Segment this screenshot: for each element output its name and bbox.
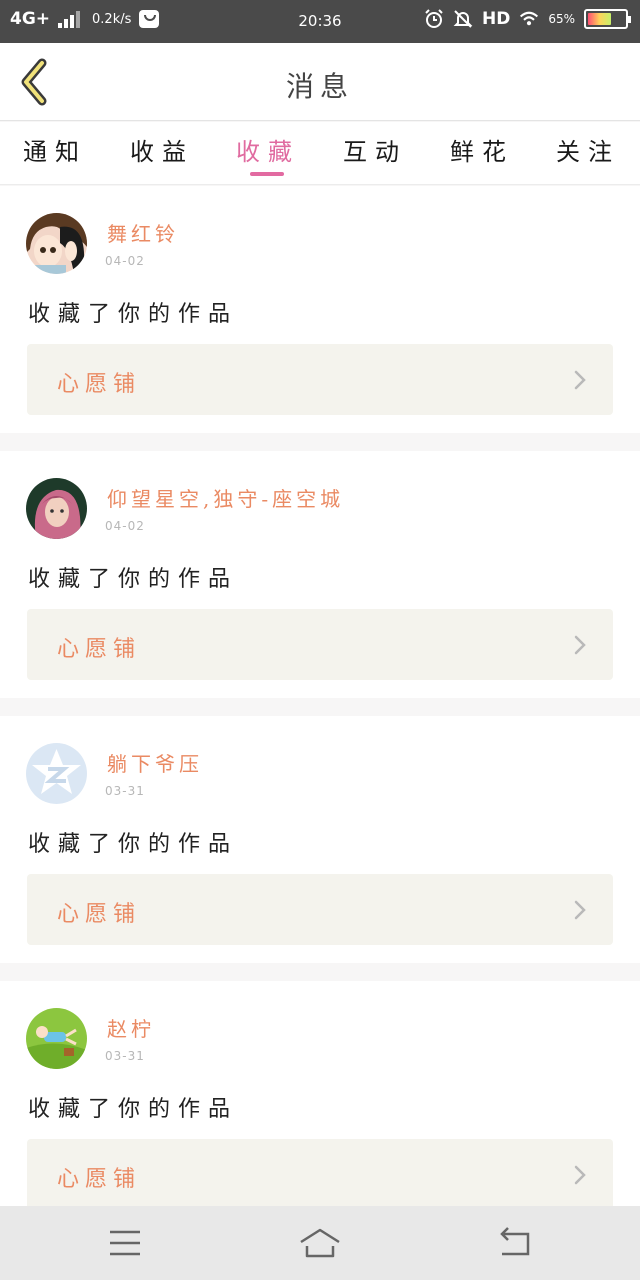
username[interactable]: 舞红铃 (107, 218, 179, 247)
tab-favorites[interactable]: 收藏 (218, 132, 318, 167)
username[interactable]: 躺下爷压 (107, 748, 203, 777)
work-title: 心愿铺 (57, 637, 142, 662)
hd-indicator: HD (481, 9, 511, 29)
work-link[interactable]: 心愿铺 (27, 344, 613, 415)
notification-action: 收藏了你的作品 (28, 302, 239, 327)
notification-list: 舞红铃 04-02 收藏了你的作品 心愿铺 仰望星空,独守-座空城 04-02 … (0, 186, 640, 1206)
menu-icon[interactable] (104, 1224, 146, 1262)
chevron-right-icon (574, 1165, 586, 1185)
notification-date: 04-02 (105, 519, 145, 533)
notification-card: 仰望星空,独守-座空城 04-02 收藏了你的作品 心愿铺 (0, 451, 640, 698)
user-avatar[interactable] (26, 213, 87, 274)
notification-card: 赵柠 03-31 收藏了你的作品 心愿铺 (0, 981, 640, 1206)
notification-date: 03-31 (105, 1049, 145, 1063)
header: 消息 (0, 43, 640, 121)
system-nav-bar (0, 1206, 640, 1280)
wifi-icon (520, 11, 539, 26)
tab-earnings[interactable]: 收益 (112, 132, 212, 167)
user-avatar[interactable] (26, 743, 87, 804)
work-title: 心愿铺 (57, 372, 142, 397)
notification-card: 躺下爷压 03-31 收藏了你的作品 心愿铺 (0, 716, 640, 963)
back-icon[interactable] (494, 1224, 536, 1262)
alarm-icon (425, 9, 443, 28)
work-link[interactable]: 心愿铺 (27, 609, 613, 680)
battery-fill (588, 13, 612, 25)
notification-action: 收藏了你的作品 (28, 832, 239, 857)
user-avatar[interactable] (26, 1008, 87, 1069)
tab-bar: 通知 收益 收藏 互动 鲜花 关注 (0, 122, 640, 185)
username[interactable]: 赵柠 (107, 1013, 155, 1042)
tab-following[interactable]: 关注 (538, 132, 638, 167)
tab-flowers[interactable]: 鲜花 (432, 132, 532, 167)
chevron-right-icon (574, 900, 586, 920)
work-title: 心愿铺 (57, 1167, 142, 1192)
notification-date: 03-31 (105, 784, 145, 798)
home-icon[interactable] (299, 1224, 341, 1262)
work-title: 心愿铺 (57, 902, 142, 927)
notification-date: 04-02 (105, 254, 145, 268)
battery-percent: 65% (548, 12, 575, 26)
chevron-right-icon (574, 635, 586, 655)
notification-action: 收藏了你的作品 (28, 567, 239, 592)
active-tab-indicator (250, 172, 284, 176)
notification-card: 舞红铃 04-02 收藏了你的作品 心愿铺 (0, 186, 640, 433)
user-avatar[interactable] (26, 478, 87, 539)
tab-interaction[interactable]: 互动 (325, 132, 425, 167)
status-right: HD 65% (424, 9, 631, 29)
work-link[interactable]: 心愿铺 (27, 1139, 613, 1206)
username[interactable]: 仰望星空,独守-座空城 (107, 483, 344, 512)
battery-icon (584, 9, 631, 29)
work-link[interactable]: 心愿铺 (27, 874, 613, 945)
bell-off-icon (453, 10, 473, 28)
notification-action: 收藏了你的作品 (28, 1097, 239, 1122)
status-bar: 4G+ 0.2k/s 20:36 HD 65% (0, 0, 640, 43)
chevron-right-icon (574, 370, 586, 390)
tab-notice[interactable]: 通知 (5, 132, 105, 167)
page-title: 消息 (285, 70, 354, 103)
